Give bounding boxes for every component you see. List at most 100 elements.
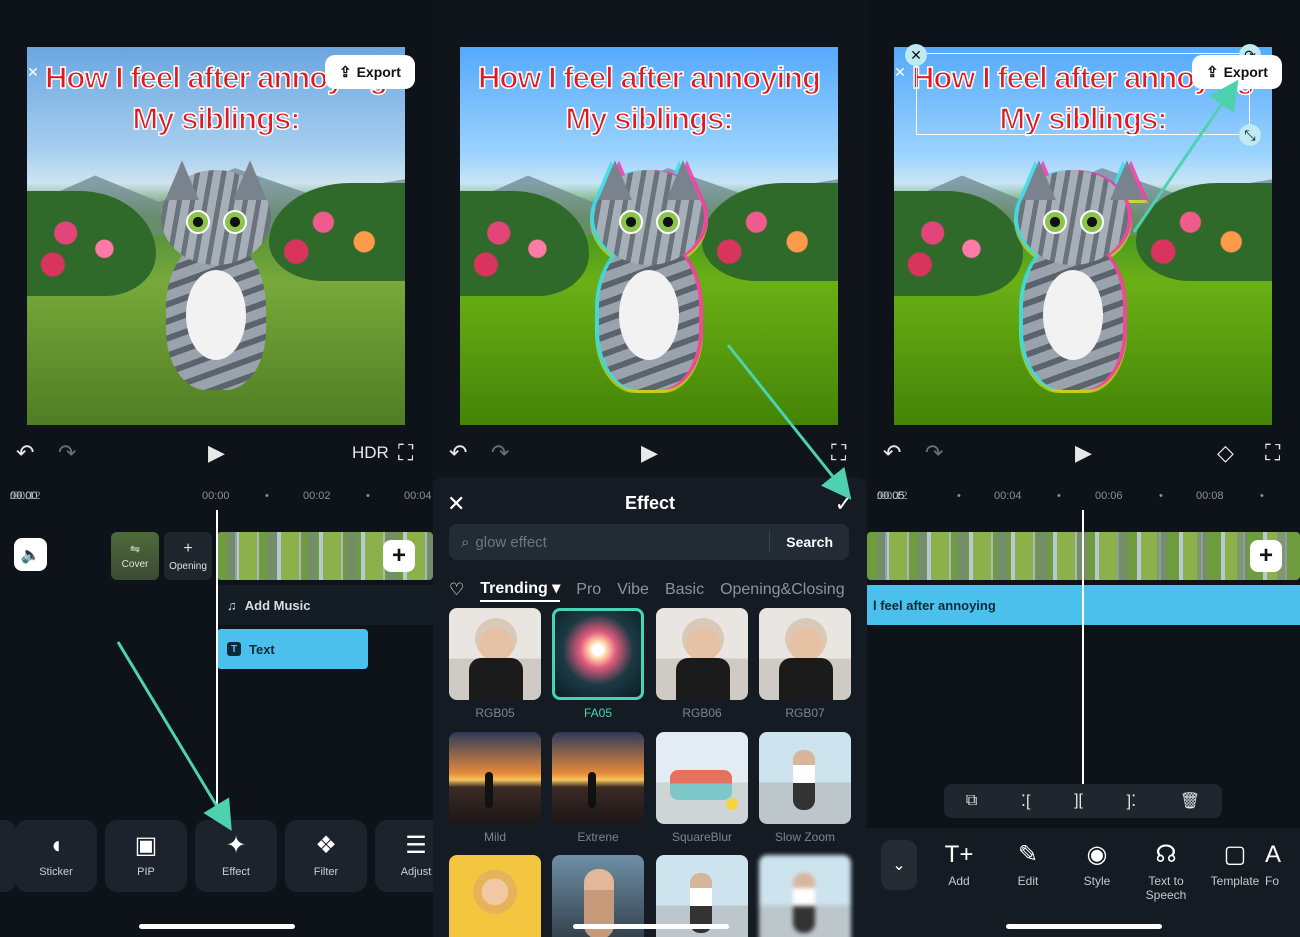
music-note-icon: ♫ xyxy=(227,597,237,613)
sheet-title: Effect xyxy=(624,493,675,513)
duplicate-icon[interactable]: ⧉ xyxy=(966,792,977,810)
tool-pip[interactable]: ▣ PIP xyxy=(105,820,187,892)
add-clip-button[interactable]: + xyxy=(1250,540,1282,572)
editor-panel-timeline: How I feel after annoying My siblings: ✕ … xyxy=(0,0,433,937)
text-to-speech-icon: ☊ xyxy=(1155,841,1177,868)
redo-icon[interactable]: ↷ xyxy=(925,440,943,466)
export-button[interactable]: ⇪ Export xyxy=(1192,55,1282,89)
redo-icon[interactable]: ↷ xyxy=(58,440,76,466)
split-icon[interactable]: ][ xyxy=(1074,792,1083,810)
tool-effect[interactable]: ✦ Effect xyxy=(195,820,277,892)
undo-icon[interactable]: ↶ xyxy=(16,440,34,466)
undo-icon[interactable]: ↶ xyxy=(883,440,901,466)
tab-pro[interactable]: Pro xyxy=(576,581,601,599)
tool-sticker[interactable]: ◖ Sticker xyxy=(15,820,97,892)
tool-font[interactable]: A Fo xyxy=(1265,841,1300,889)
export-button[interactable]: ⇪ Export xyxy=(325,55,415,89)
video-preview[interactable]: How I feel after annoying My siblings: xyxy=(894,47,1272,425)
home-indicator xyxy=(1006,924,1162,929)
effect-item-mild[interactable]: Mild xyxy=(449,732,541,844)
fullscreen-icon[interactable]: ⛶ xyxy=(831,440,846,466)
effect-item-rgb05[interactable]: RGB05 xyxy=(449,608,541,720)
clip-action-bar: ⧉ ⁚[ ][ ]⁚ 🗑 xyxy=(944,784,1222,818)
redo-icon[interactable]: ↷ xyxy=(491,440,509,466)
tab-basic[interactable]: Basic xyxy=(665,581,704,599)
tab-trending[interactable]: Trending ▾ xyxy=(480,578,561,602)
tool-partial[interactable] xyxy=(0,820,16,892)
add-clip-button[interactable]: + xyxy=(383,540,415,572)
cover-button[interactable]: ⇋ Cover xyxy=(111,532,159,580)
play-icon[interactable]: ▶ xyxy=(208,440,225,466)
close-icon[interactable]: ✕ xyxy=(22,61,44,83)
confirm-check-icon[interactable]: ✓ xyxy=(835,491,853,517)
adjust-icon: ☰ xyxy=(405,832,427,859)
font-icon: A xyxy=(1265,841,1282,868)
tool-add-text[interactable]: T+ Add xyxy=(924,841,994,889)
effect-item-fa05[interactable]: FA05 xyxy=(552,608,644,720)
cat-image xyxy=(574,160,724,400)
effect-sheet: ✕ Effect ✓ ⌕ Search ♡ Trending ▾ Pro Vib… xyxy=(433,477,867,937)
resize-handle-icon[interactable]: ⤡ xyxy=(1239,124,1261,146)
playback-controls: ↶ ↷ ▶ HDR ⛶ xyxy=(0,436,433,468)
effect-item-slow-zoom[interactable]: Slow Zoom xyxy=(759,732,851,844)
fullscreen-icon[interactable]: ⛶ xyxy=(1265,440,1280,466)
edit-icon: ✎ xyxy=(1017,841,1039,868)
filter-icon: ❖ xyxy=(315,832,337,859)
style-icon: ◉ xyxy=(1086,841,1108,868)
tool-edit[interactable]: ✎ Edit xyxy=(993,841,1063,889)
effect-icon: ✦ xyxy=(225,832,247,859)
close-icon[interactable]: ✕ xyxy=(889,61,911,83)
fullscreen-icon[interactable]: ⛶ xyxy=(398,440,413,466)
playback-controls: ↶ ↷ ▶ ⛶ xyxy=(433,436,867,468)
text-track-button[interactable]: T Text xyxy=(217,629,368,669)
home-indicator xyxy=(139,924,295,929)
keyframe-icon[interactable]: ◇ xyxy=(1217,440,1234,466)
tool-template[interactable]: ▢ Template xyxy=(1200,842,1270,889)
play-icon[interactable]: ▶ xyxy=(1075,440,1092,466)
delete-icon[interactable]: 🗑 xyxy=(1180,791,1200,811)
video-preview[interactable]: How I feel after annoying My siblings: xyxy=(27,47,405,425)
collapse-chevron-icon[interactable]: ⌄ xyxy=(881,840,917,890)
undo-icon[interactable]: ↶ xyxy=(449,440,467,466)
effect-item-rgb06[interactable]: RGB06 xyxy=(656,608,748,720)
mute-audio-button[interactable]: 🔈 xyxy=(14,538,47,571)
effect-search-bar: ⌕ Search xyxy=(449,524,849,560)
pip-icon: ▣ xyxy=(134,832,158,859)
add-text-icon: T+ xyxy=(944,841,974,868)
add-music-track[interactable]: ♫ Add Music xyxy=(217,585,433,625)
play-icon[interactable]: ▶ xyxy=(641,440,658,466)
search-button[interactable]: Search xyxy=(770,534,849,550)
trim-left-icon[interactable]: ⁚[ xyxy=(1021,791,1031,811)
tool-style[interactable]: ◉ Style xyxy=(1062,841,1132,889)
playhead[interactable] xyxy=(216,510,218,810)
opening-button[interactable]: + Opening xyxy=(164,532,212,580)
effect-item[interactable] xyxy=(449,855,541,937)
home-indicator xyxy=(573,924,729,929)
tool-adjust[interactable]: ☰ Adjust xyxy=(375,820,433,892)
upload-icon: ⇪ xyxy=(339,64,352,81)
tab-vibe[interactable]: Vibe xyxy=(617,581,649,599)
sticker-icon: ◖ xyxy=(48,832,64,859)
effect-search-input[interactable] xyxy=(469,533,770,551)
trim-right-icon[interactable]: ]⁚ xyxy=(1127,791,1137,811)
search-icon: ⌕ xyxy=(461,533,470,551)
text-t-icon: T xyxy=(227,642,241,656)
favorites-heart-icon[interactable]: ♡ xyxy=(449,580,464,600)
playhead[interactable] xyxy=(1082,510,1084,785)
effect-item-squareblur[interactable]: SquareBlur xyxy=(656,732,748,844)
hdr-off-icon[interactable]: HDR xyxy=(352,443,389,463)
caption-text: How I feel after annoying My siblings: xyxy=(477,59,821,137)
tool-filter[interactable]: ❖ Filter xyxy=(285,820,367,892)
effect-item-rgb07[interactable]: RGB07 xyxy=(759,608,851,720)
delete-text-icon[interactable]: ✕ xyxy=(905,44,927,66)
time-ruler: 00:05/00:12 • 00:04 • 00:06 • 00:08 • xyxy=(877,490,1264,502)
time-ruler: 00:00/00:12 00:00 • 00:02 • 00:04 xyxy=(10,490,432,502)
effect-item[interactable] xyxy=(759,855,851,937)
cat-image xyxy=(998,160,1168,400)
effect-item-extrene[interactable]: Extrene xyxy=(552,732,644,844)
tab-opening-closing[interactable]: Opening&Closing xyxy=(720,581,845,599)
upload-icon: ⇪ xyxy=(1206,64,1219,81)
tool-text-to-speech[interactable]: ☊ Text to Speech xyxy=(1131,841,1201,903)
video-preview[interactable]: How I feel after annoying My siblings: xyxy=(460,47,838,425)
editor-panel-text-edit: How I feel after annoying My siblings: ✕ … xyxy=(867,0,1300,937)
